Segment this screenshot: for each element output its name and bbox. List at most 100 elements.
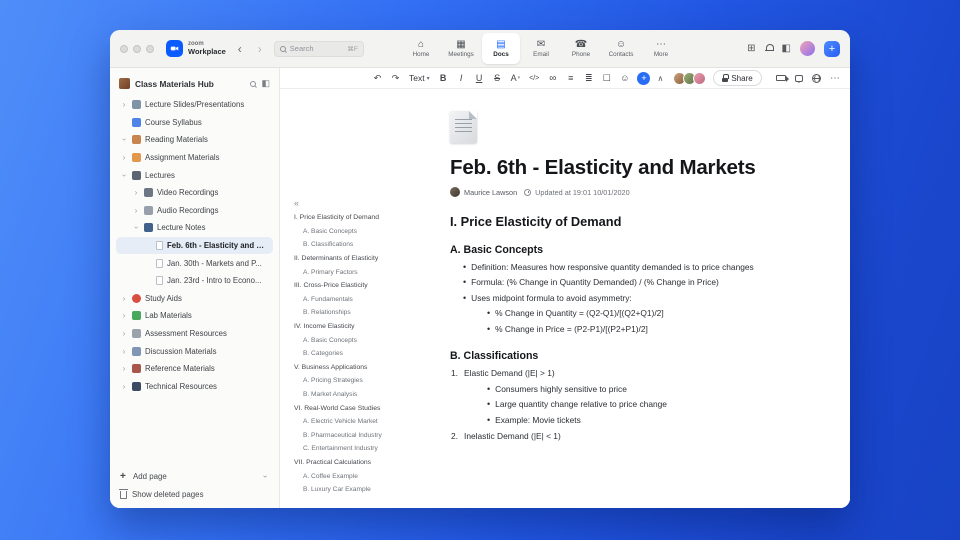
collapse-toolbar-icon[interactable]: ∧ — [657, 74, 663, 83]
text-style-dropdown[interactable]: Text — [408, 70, 431, 86]
outline-item[interactable]: B. Categories — [294, 347, 394, 361]
outline-item[interactable]: II. Determinants of Elasticity — [294, 252, 394, 266]
strikethrough-button[interactable]: S — [492, 70, 503, 86]
show-deleted-pages-button[interactable]: Show deleted pages — [119, 489, 269, 499]
insert-plus-button[interactable]: + — [637, 71, 651, 85]
outline-item[interactable]: A. Basic Concepts — [294, 333, 394, 347]
sidebar-item-study-aids[interactable]: Study Aids — [116, 290, 273, 308]
tab-home[interactable]: ⌂ Home — [402, 33, 440, 64]
sidebar-item-discussion-materials[interactable]: Discussion Materials — [116, 342, 273, 360]
text-color-button[interactable]: A — [510, 70, 522, 86]
undo-button[interactable]: ↶ — [372, 70, 383, 86]
outline-item[interactable]: B. Pharmaceutical Industry — [294, 429, 394, 443]
outline-item[interactable]: VII. Practical Calculations — [294, 456, 394, 470]
sidebar-item-audio-recordings[interactable]: Audio Recordings — [116, 202, 273, 220]
chevron-icon[interactable] — [132, 223, 140, 232]
side-panel-icon[interactable]: ◧ — [782, 43, 791, 54]
video-camera-icon[interactable] — [776, 75, 789, 82]
sidebar-item-lecture-slides[interactable]: Lecture Slides/Presentations — [116, 96, 273, 114]
notifications-bell-icon[interactable] — [764, 44, 774, 53]
sidebar-item-reference-materials[interactable]: Reference Materials — [116, 360, 273, 378]
sidebar-item-note-jan-30[interactable]: Jan. 30th - Markets and P... — [116, 254, 273, 272]
sidebar-item-lectures[interactable]: Lectures — [116, 166, 273, 184]
underline-button[interactable]: U — [474, 70, 485, 86]
chevron-icon[interactable] — [120, 135, 128, 144]
close-button[interactable] — [120, 44, 128, 53]
document-canvas[interactable]: « I. Price Elasticity of Demand A. Basic… — [280, 89, 850, 508]
sidebar-collapse-icon[interactable]: ◧ — [261, 79, 270, 88]
outline-item[interactable]: IV. Income Elasticity — [294, 320, 394, 334]
collaborator-avatar[interactable] — [693, 71, 707, 85]
numbered-list-button[interactable]: ≣ — [583, 70, 594, 86]
apps-grid-icon[interactable]: ⊞ — [747, 43, 755, 54]
global-search-input[interactable]: Search ⌘F — [273, 40, 364, 57]
sidebar-item-technical-resources[interactable]: Technical Resources — [116, 378, 273, 396]
sidebar-item-note-jan-23[interactable]: Jan. 23rd - Intro to Econo... — [116, 272, 273, 290]
emoji-button[interactable]: ☺ — [619, 70, 630, 86]
back-button[interactable]: ‹ — [234, 42, 246, 56]
redo-button[interactable]: ↷ — [390, 70, 401, 86]
chevron-icon[interactable] — [120, 171, 128, 180]
add-page-button[interactable]: + Add page — [120, 471, 269, 481]
more-options-icon[interactable]: ⋯ — [830, 73, 840, 84]
chevron-icon[interactable] — [120, 100, 128, 109]
outline-item[interactable]: A. Basic Concepts — [294, 225, 394, 239]
outline-item[interactable]: I. Price Elasticity of Demand — [294, 211, 394, 225]
outline-item[interactable]: B. Classifications — [294, 238, 394, 252]
tab-docs[interactable]: ▤ Docs — [482, 33, 520, 64]
outline-item[interactable]: A. Electric Vehicle Market — [294, 415, 394, 429]
forward-button[interactable]: › — [254, 42, 266, 56]
language-globe-icon[interactable] — [812, 73, 821, 83]
link-button[interactable]: ∞ — [547, 70, 558, 86]
sidebar-item-assignment-materials[interactable]: Assignment Materials — [116, 149, 273, 167]
outline-item[interactable]: A. Pricing Strategies — [294, 374, 394, 388]
tab-more[interactable]: ⋯ More — [642, 33, 680, 64]
outline-item[interactable]: III. Cross-Price Elasticity — [294, 279, 394, 293]
document-emoji-icon[interactable] — [450, 111, 477, 143]
outline-item[interactable]: V. Business Applications — [294, 361, 394, 375]
chevron-icon[interactable] — [120, 294, 128, 303]
sidebar-item-reading-materials[interactable]: Reading Materials — [116, 131, 273, 149]
outline-item[interactable]: B. Relationships — [294, 306, 394, 320]
sidebar-item-note-feb-6[interactable]: Feb. 6th - Elasticity and M... — [116, 236, 273, 255]
sidebar-item-lecture-notes[interactable]: Lecture Notes — [116, 219, 273, 237]
outline-item[interactable]: A. Fundamentals — [294, 293, 394, 307]
sidebar-item-course-syllabus[interactable]: Course Syllabus — [116, 114, 273, 132]
chevron-down-icon[interactable] — [261, 472, 269, 481]
sidebar-item-assessment-resources[interactable]: Assessment Resources — [116, 325, 273, 343]
bulleted-list-button[interactable]: ≡ — [565, 70, 576, 86]
chevron-icon[interactable] — [132, 188, 140, 197]
bold-button[interactable]: B — [438, 70, 449, 86]
sidebar-search-icon[interactable] — [250, 80, 257, 87]
tab-meetings[interactable]: ▦ Meetings — [442, 33, 480, 64]
chevron-icon[interactable] — [120, 153, 128, 162]
code-button[interactable]: </> — [528, 70, 540, 86]
tab-phone[interactable]: ☎ Phone — [562, 33, 600, 64]
chevron-icon[interactable] — [132, 206, 140, 215]
minimize-button[interactable] — [133, 44, 141, 53]
sidebar-item-lab-materials[interactable]: Lab Materials — [116, 307, 273, 325]
chevron-icon[interactable] — [120, 364, 128, 373]
tab-email[interactable]: ✉ Email — [522, 33, 560, 64]
outline-item[interactable]: VI. Real-World Case Studies — [294, 401, 394, 415]
italic-button[interactable]: I — [456, 70, 467, 86]
chevron-icon[interactable] — [120, 311, 128, 320]
tab-contacts[interactable]: ☺ Contacts — [602, 33, 640, 64]
outline-item[interactable]: A. Coffee Example — [294, 469, 394, 483]
document-title[interactable]: Feb. 6th - Elasticity and Markets — [450, 156, 816, 180]
share-button[interactable]: Share — [713, 70, 762, 86]
outline-item[interactable]: B. Luxury Car Example — [294, 483, 394, 497]
chevron-icon[interactable] — [120, 329, 128, 338]
chevron-icon[interactable] — [120, 347, 128, 356]
outline-item[interactable]: A. Primary Factors — [294, 265, 394, 279]
sidebar-item-video-recordings[interactable]: Video Recordings — [116, 184, 273, 202]
user-avatar[interactable] — [800, 41, 815, 56]
chevron-icon[interactable] — [120, 382, 128, 391]
comments-icon[interactable] — [795, 74, 803, 83]
outline-item[interactable]: B. Market Analysis — [294, 388, 394, 402]
checklist-button[interactable]: ☐ — [601, 70, 612, 86]
new-plus-button[interactable]: + — [824, 40, 840, 57]
outline-item[interactable]: C. Entertainment Industry — [294, 442, 394, 456]
maximize-button[interactable] — [146, 44, 154, 53]
outline-collapse-icon[interactable]: « — [294, 197, 394, 211]
